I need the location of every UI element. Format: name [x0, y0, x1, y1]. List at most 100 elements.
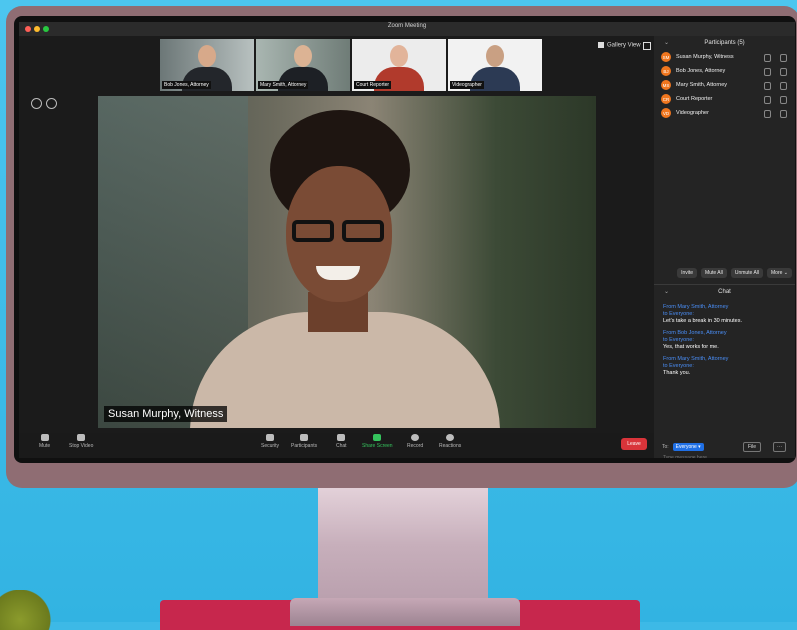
- participant-row[interactable]: BJ Bob Jones, Attorney: [654, 64, 795, 78]
- window-title: Zoom Meeting: [387, 23, 427, 29]
- participant-row[interactable]: VD Videographer: [654, 106, 795, 120]
- participant-name: Bob Jones, Attorney: [676, 68, 726, 74]
- chat-message: From Mary Smith, Attorney to Everyone: T…: [654, 356, 795, 377]
- chat-bubble-icon: [337, 434, 346, 441]
- shield-icon[interactable]: [46, 98, 57, 109]
- stop-video-label: Stop Video: [69, 443, 94, 449]
- avatar: VD: [661, 108, 671, 118]
- video-camera-icon[interactable]: [780, 110, 787, 118]
- chat-label: Chat: [336, 443, 347, 449]
- zoom-window: Zoom Meeting Bob Jones, Attorney Mary Sm…: [19, 22, 795, 458]
- stop-video-button[interactable]: Stop Video: [69, 434, 93, 449]
- message-text: Let's take a break in 30 minutes.: [663, 318, 743, 324]
- participants-header: ⌄ Participants (5): [654, 36, 795, 50]
- participant-row[interactable]: CR Court Reporter: [654, 92, 795, 106]
- thumbnail-video[interactable]: Court Reporter: [352, 39, 446, 91]
- thumbnail-name: Court Reporter: [354, 81, 392, 89]
- avatar: MS: [661, 80, 671, 90]
- message-to: to Everyone:: [663, 363, 694, 369]
- avatar: SM: [661, 52, 671, 62]
- participant-row[interactable]: SM Susan Murphy, Witness: [654, 50, 795, 64]
- microphone-icon[interactable]: [764, 96, 771, 104]
- message-to: to Everyone:: [663, 311, 694, 317]
- microphone-icon[interactable]: [764, 68, 771, 76]
- participants-button[interactable]: Participants: [291, 434, 317, 449]
- video-camera-icon[interactable]: [780, 82, 787, 90]
- gallery-view-button[interactable]: Gallery View: [598, 42, 641, 49]
- participant-actions: Invite Mute All Unmute All More ⌄: [654, 268, 795, 278]
- title-bar: Zoom Meeting: [19, 22, 795, 36]
- participant-name: Susan Murphy, Witness: [676, 54, 734, 60]
- file-button[interactable]: File: [743, 442, 762, 452]
- mute-label: Mute: [39, 443, 51, 449]
- participant-head: [294, 45, 312, 67]
- leave-button[interactable]: Leave: [621, 438, 647, 450]
- gallery-view-label: Gallery View: [607, 42, 641, 49]
- participant-head: [390, 45, 408, 67]
- thumbnail-name: Mary Smith, Attorney: [258, 81, 309, 89]
- cactus-plant: [0, 590, 60, 630]
- fullscreen-icon[interactable]: [643, 42, 651, 50]
- chat-message: From Bob Jones, Attorney to Everyone: Ye…: [654, 330, 795, 351]
- chat-recipient-row: To: Everyone ▾: [662, 443, 704, 451]
- reactions-label: Reactions: [439, 443, 462, 449]
- security-label: Security: [261, 443, 280, 449]
- share-arrow-icon: [373, 434, 382, 441]
- side-panel: ⌄ Participants (5) SM Susan Murphy, Witn…: [654, 36, 795, 458]
- video-camera-icon: [77, 434, 86, 441]
- speaker-name-label: Susan Murphy, Witness: [104, 406, 228, 422]
- avatar: CR: [661, 94, 671, 104]
- thumbnail-name: Bob Jones, Attorney: [162, 81, 211, 89]
- chat-message: From Mary Smith, Attorney to Everyone: L…: [654, 304, 795, 325]
- recipient-dropdown[interactable]: Everyone ▾: [672, 443, 704, 451]
- participant-head: [198, 45, 216, 67]
- meeting-info-icons: [31, 98, 57, 109]
- record-label: Record: [407, 443, 424, 449]
- participants-label: Participants: [291, 443, 318, 449]
- chat-header: ⌄ Chat: [654, 285, 795, 299]
- meeting-toolbar: Mute Stop Video Security Participants Ch…: [19, 433, 654, 458]
- share-screen-button[interactable]: Share Screen: [362, 434, 393, 449]
- microphone-icon: [40, 434, 49, 441]
- microphone-icon[interactable]: [764, 82, 771, 90]
- video-camera-icon[interactable]: [780, 96, 787, 104]
- thumbnail-video[interactable]: Mary Smith, Attorney: [256, 39, 350, 91]
- more-button[interactable]: More ⌄: [767, 268, 792, 278]
- participant-name: Videographer: [676, 110, 709, 116]
- video-camera-icon[interactable]: [780, 68, 787, 76]
- chevron-down-icon[interactable]: ⌄: [664, 285, 669, 299]
- mute-all-button[interactable]: Mute All: [701, 268, 727, 278]
- thumbnail-video[interactable]: Videographer: [448, 39, 542, 91]
- chevron-down-icon[interactable]: ⌄: [664, 36, 669, 50]
- message-text: Thank you.: [663, 370, 691, 376]
- chat-button[interactable]: Chat: [336, 434, 347, 449]
- shield-icon: [266, 434, 275, 441]
- message-to: to Everyone:: [663, 337, 694, 343]
- avatar: BJ: [661, 66, 671, 76]
- reactions-button[interactable]: Reactions: [439, 434, 461, 449]
- participant-name: Court Reporter: [676, 96, 713, 102]
- monitor-stand: [318, 486, 488, 604]
- record-button[interactable]: Record: [407, 434, 423, 449]
- microphone-icon[interactable]: [764, 110, 771, 118]
- participant-row[interactable]: MS Mary Smith, Attorney: [654, 78, 795, 92]
- active-speaker-video[interactable]: Susan Murphy, Witness: [98, 96, 596, 428]
- speaker-glasses: [288, 220, 388, 244]
- chat-panel: ⌄ Chat From Mary Smith, Attorney to Ever…: [654, 284, 795, 458]
- record-circle-icon: [411, 434, 420, 441]
- mute-button[interactable]: Mute: [39, 434, 50, 449]
- info-icon[interactable]: [31, 98, 42, 109]
- security-button[interactable]: Security: [261, 434, 279, 449]
- share-screen-label: Share Screen: [362, 443, 393, 449]
- thumbnail-strip: Bob Jones, Attorney Mary Smith, Attorney…: [160, 39, 542, 91]
- chat-message-input[interactable]: [661, 454, 785, 458]
- chat-more-button[interactable]: ···: [773, 442, 786, 452]
- participant-name: Mary Smith, Attorney: [676, 82, 728, 88]
- invite-button[interactable]: Invite: [677, 268, 698, 278]
- message-from: From Mary Smith, Attorney: [663, 356, 729, 362]
- video-camera-icon[interactable]: [780, 54, 787, 62]
- microphone-icon[interactable]: [764, 54, 771, 62]
- unmute-all-button[interactable]: Unmute All: [730, 268, 764, 278]
- thumbnail-video[interactable]: Bob Jones, Attorney: [160, 39, 254, 91]
- smiley-icon: [446, 434, 455, 441]
